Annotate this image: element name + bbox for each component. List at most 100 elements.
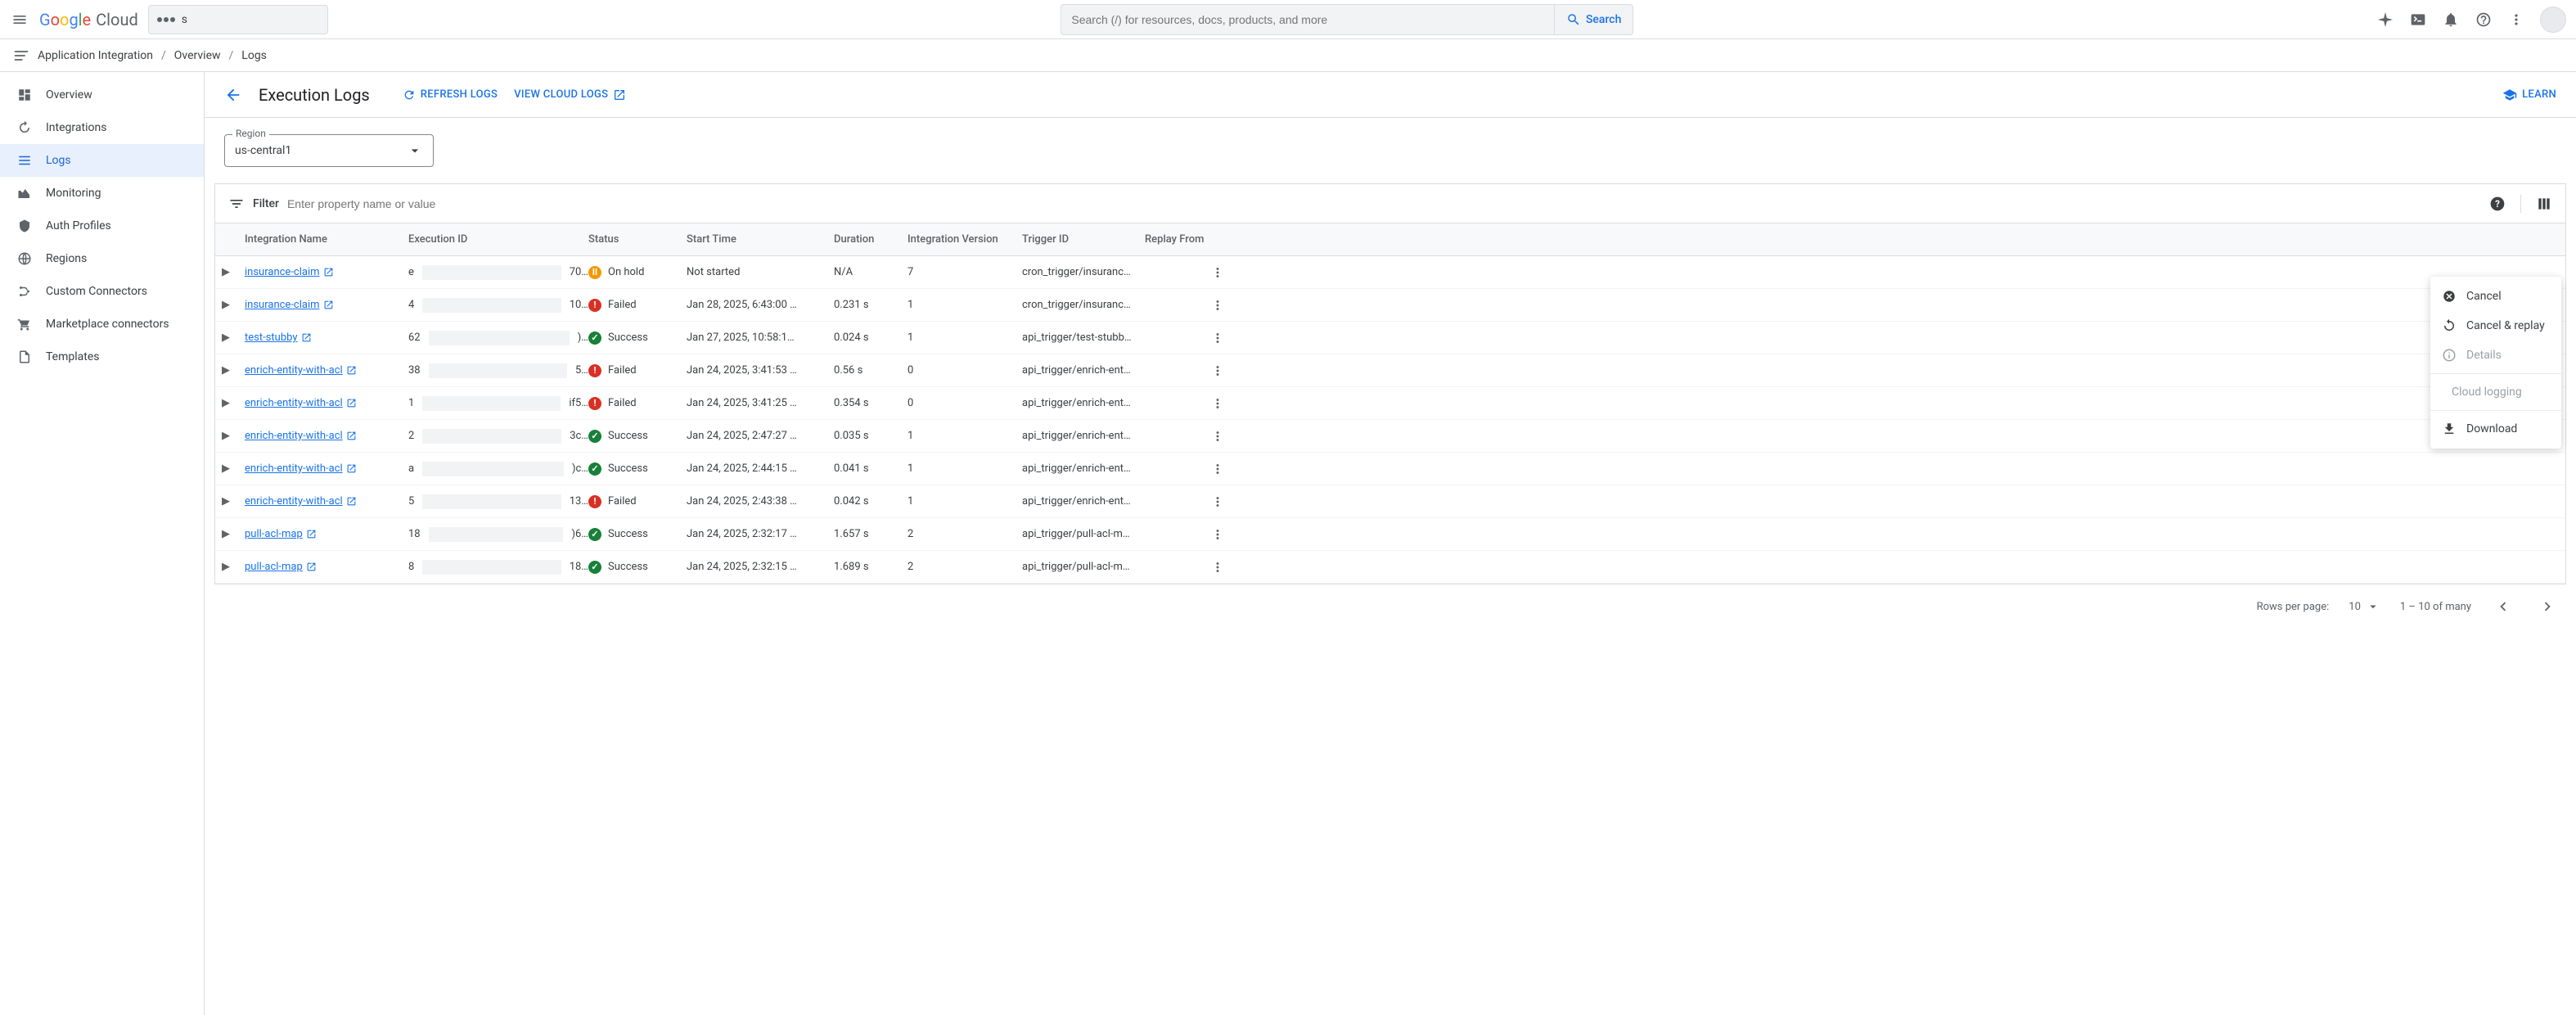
- search-bar: Search: [1061, 4, 1633, 35]
- trigger-id: api_trigger/enrich-ent…: [1022, 364, 1145, 377]
- sidebar-item-regions[interactable]: Regions: [0, 242, 204, 275]
- status-cell: ✓Success: [588, 332, 687, 345]
- search-input[interactable]: [1061, 5, 1554, 34]
- svg-text:?: ?: [2495, 198, 2500, 210]
- integration-name-link[interactable]: enrich-entity-with-acl: [245, 495, 357, 508]
- sidebar-item-auth-profiles[interactable]: Auth Profiles: [0, 210, 204, 242]
- search-button[interactable]: Search: [1554, 5, 1633, 34]
- sidebar-item-overview[interactable]: Overview: [0, 79, 204, 111]
- table-row: ▶enrich-entity-with-acl a)c…✓SuccessJan …: [215, 453, 2565, 485]
- help-icon[interactable]: [2475, 11, 2493, 29]
- integration-name-link[interactable]: enrich-entity-with-acl: [245, 462, 357, 475]
- hamburger-menu-icon[interactable]: [10, 10, 29, 29]
- expand-row-icon[interactable]: ▶: [222, 561, 245, 573]
- learn-button[interactable]: LEARN: [2502, 88, 2556, 102]
- header-utility-icons: [2376, 7, 2566, 33]
- row-actions-button[interactable]: [1210, 527, 1235, 542]
- filter-help-icon[interactable]: ?: [2489, 196, 2506, 212]
- integration-name-link[interactable]: enrich-entity-with-acl: [245, 364, 357, 377]
- status-cell: !Failed: [588, 364, 687, 377]
- expand-row-icon[interactable]: ▶: [222, 430, 245, 442]
- info-icon: [2442, 348, 2457, 363]
- expand-row-icon[interactable]: ▶: [222, 397, 245, 409]
- start-time: Jan 24, 2025, 2:43:38 …: [687, 495, 834, 508]
- main-content: Execution Logs REFRESH LOGS VIEW CLOUD L…: [205, 72, 2576, 1015]
- table-row: ▶enrich-entity-with-acl 23c…✓SuccessJan …: [215, 420, 2565, 453]
- trigger-id: api_trigger/test-stubb…: [1022, 332, 1145, 344]
- integration-name-link[interactable]: insurance-claim: [245, 299, 334, 311]
- row-actions-button[interactable]: [1210, 560, 1235, 575]
- rows-per-page-select[interactable]: 10: [2349, 599, 2380, 614]
- menu-item-cancel[interactable]: Cancel: [2430, 282, 2561, 311]
- refresh-logs-button[interactable]: REFRESH LOGS: [403, 88, 498, 102]
- sidebar-item-integrations[interactable]: Integrations: [0, 111, 204, 144]
- integration-name-link[interactable]: enrich-entity-with-acl: [245, 397, 357, 409]
- breadcrumb-service[interactable]: Application Integration: [38, 49, 153, 62]
- trigger-id: api_trigger/enrich-ent…: [1022, 397, 1145, 409]
- google-cloud-logo[interactable]: Google Cloud: [39, 10, 138, 29]
- error-icon: !: [588, 495, 601, 508]
- row-actions-button[interactable]: [1210, 396, 1235, 411]
- sidebar-item-templates[interactable]: Templates: [0, 341, 204, 373]
- check-icon: ✓: [588, 430, 601, 443]
- region-select[interactable]: Region us-central1: [224, 134, 434, 167]
- column-select-icon[interactable]: [2536, 196, 2552, 212]
- duration: 0.56 s: [834, 364, 907, 377]
- prev-page-button[interactable]: [2491, 594, 2515, 619]
- row-actions-button[interactable]: [1210, 462, 1235, 476]
- expand-row-icon[interactable]: ▶: [222, 462, 245, 475]
- cloud-shell-icon[interactable]: [2409, 11, 2427, 29]
- expand-row-icon[interactable]: ▶: [222, 332, 245, 344]
- row-actions-button[interactable]: [1210, 429, 1235, 444]
- integration-version: 0: [907, 364, 1022, 377]
- start-time: Jan 24, 2025, 2:32:17 …: [687, 528, 834, 540]
- row-actions-button[interactable]: [1210, 331, 1235, 345]
- project-selector[interactable]: s: [148, 5, 328, 34]
- expand-row-icon[interactable]: ▶: [222, 528, 245, 540]
- integration-name-link[interactable]: insurance-claim: [245, 266, 334, 278]
- duration: 0.035 s: [834, 430, 907, 442]
- pause-icon: II: [588, 266, 601, 279]
- row-actions-button[interactable]: [1210, 363, 1235, 378]
- menu-item-cancel-replay[interactable]: Cancel & replay: [2430, 311, 2561, 341]
- integration-name-link[interactable]: enrich-entity-with-acl: [245, 430, 357, 442]
- sidebar-item-marketplace-connectors[interactable]: Marketplace connectors: [0, 308, 204, 341]
- chevron-down-icon: [407, 142, 423, 159]
- duration: 0.041 s: [834, 462, 907, 475]
- expand-row-icon[interactable]: ▶: [222, 364, 245, 377]
- breadcrumb-overview[interactable]: Overview: [174, 49, 221, 62]
- status-cell: !Failed: [588, 495, 687, 508]
- expand-row-icon[interactable]: ▶: [222, 266, 245, 278]
- start-time: Jan 24, 2025, 2:32:15 …: [687, 561, 834, 573]
- filter-label: Filter: [253, 197, 279, 210]
- integration-name-link[interactable]: test-stubby: [245, 332, 312, 344]
- shield-icon: [16, 218, 33, 234]
- chart-icon: [16, 185, 33, 201]
- notifications-icon[interactable]: [2442, 11, 2460, 29]
- filter-input[interactable]: [287, 197, 2481, 210]
- duration: 1.689 s: [834, 561, 907, 573]
- gemini-icon[interactable]: [2376, 11, 2394, 29]
- integration-name-link[interactable]: pull-acl-map: [245, 528, 317, 540]
- more-vert-icon[interactable]: [2507, 11, 2525, 29]
- sidebar-item-custom-connectors[interactable]: Custom Connectors: [0, 275, 204, 308]
- expand-row-icon[interactable]: ▶: [222, 495, 245, 508]
- sidebar-item-monitoring[interactable]: Monitoring: [0, 177, 204, 210]
- breadcrumb: Application Integration / Overview / Log…: [0, 39, 2576, 72]
- status-cell: !Failed: [588, 397, 687, 410]
- integration-name-link[interactable]: pull-acl-map: [245, 561, 317, 573]
- sidebar-item-logs[interactable]: Logs: [0, 144, 204, 177]
- avatar[interactable]: [2540, 7, 2566, 33]
- row-actions-button[interactable]: [1210, 298, 1235, 313]
- start-time: Jan 24, 2025, 3:41:25 …: [687, 397, 834, 409]
- expand-row-icon[interactable]: ▶: [222, 299, 245, 311]
- menu-item-download[interactable]: Download: [2430, 414, 2561, 444]
- row-actions-button[interactable]: [1210, 494, 1235, 509]
- duration: 0.231 s: [834, 299, 907, 311]
- integration-version: 1: [907, 332, 1022, 344]
- row-actions-button[interactable]: [1210, 265, 1235, 280]
- page-header: Execution Logs REFRESH LOGS VIEW CLOUD L…: [205, 72, 2576, 118]
- next-page-button[interactable]: [2535, 594, 2560, 619]
- back-arrow-icon[interactable]: [224, 86, 242, 104]
- view-cloud-logs-button[interactable]: VIEW CLOUD LOGS: [514, 88, 626, 102]
